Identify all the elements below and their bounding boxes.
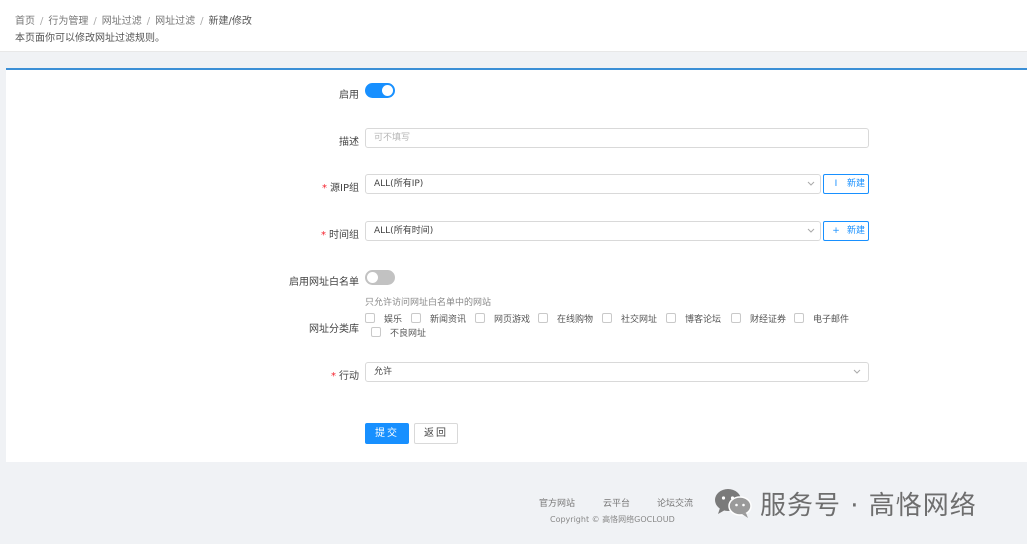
time-group-value: ALL(所有时间) [374, 226, 434, 236]
breadcrumb-item-home[interactable]: 首页 [15, 16, 35, 27]
watermark: 服务号 · 高恪网络 [713, 483, 1003, 523]
time-group-label: * 时间组 [321, 230, 359, 241]
source-ip-group-label: * 源IP组 [322, 183, 359, 194]
checkbox-box[interactable] [538, 313, 548, 323]
breadcrumb-separator: / [93, 16, 97, 27]
breadcrumb-item-url-filter[interactable]: 网址过滤 [102, 16, 142, 27]
required-mark: * [322, 183, 328, 194]
wechat-logo-icon [715, 489, 752, 518]
enable-label: 启用 [339, 90, 359, 101]
submit-button[interactable]: 提交 [365, 423, 409, 444]
breadcrumb-separator: / [200, 16, 204, 27]
whitelist-label: 启用网址白名单 [289, 277, 359, 288]
whitelist-hint: 只允许访问网址白名单中的网站 [365, 298, 492, 308]
category-checkbox[interactable]: 新闻资讯 [411, 313, 466, 325]
required-mark: * [321, 230, 326, 241]
checkbox-box[interactable] [475, 313, 485, 323]
footer-link-official[interactable]: 官方网站 [539, 496, 575, 509]
checkbox-box[interactable] [371, 327, 381, 337]
checkbox-box[interactable] [411, 313, 421, 323]
breadcrumb-item-url-filter-2[interactable]: 网址过滤 [155, 16, 195, 27]
cursor-icon: I [834, 179, 838, 189]
breadcrumb-separator: / [146, 16, 151, 27]
action-label: * 行动 [331, 371, 359, 382]
chevron-down-icon [807, 228, 815, 233]
checkbox-box[interactable] [666, 313, 676, 323]
category-checkbox[interactable]: 财经证券 [731, 313, 786, 325]
breadcrumb: 首页 / 行为管理 / 网址过滤 / 网址过滤 / 新建/修改 [15, 12, 252, 27]
time-group-select[interactable]: ALL(所有时间) [365, 221, 821, 241]
category-checkbox[interactable]: 娱乐 [365, 313, 402, 325]
time-group-new-button[interactable]: + 新建 [823, 221, 869, 241]
categories-label: 网址分类库 [309, 324, 359, 335]
category-checkbox[interactable]: 不良网址 [371, 327, 426, 339]
description-input[interactable] [365, 128, 869, 148]
category-checkbox[interactable]: 社交网址 [602, 313, 657, 325]
checkbox-box[interactable] [365, 313, 375, 323]
description-label: 描述 [339, 137, 359, 148]
toggle-knob [382, 85, 393, 96]
back-button[interactable]: 返回 [414, 423, 458, 444]
category-checkbox[interactable]: 电子邮件 [794, 313, 849, 325]
footer-link-cloud[interactable]: 云平台 [603, 496, 630, 509]
checkbox-box[interactable] [731, 313, 741, 323]
chevron-down-icon [807, 181, 815, 186]
whitelist-toggle[interactable] [365, 270, 395, 285]
action-value: 允许 [374, 367, 393, 377]
source-ip-group-select[interactable]: ALL(所有IP) [365, 174, 821, 194]
category-checkbox[interactable]: 网页游戏 [475, 313, 530, 325]
breadcrumb-current: 新建/修改 [208, 16, 252, 27]
copyright-text: Copyright © 高恪网络GOCLOUD [550, 515, 675, 524]
category-checkbox[interactable]: 博客论坛 [666, 313, 721, 325]
plus-icon: + [832, 226, 840, 236]
breadcrumb-item-behavior[interactable]: 行为管理 [48, 16, 88, 27]
checkbox-box[interactable] [602, 313, 612, 323]
source-ip-new-button[interactable]: I 新建 [823, 174, 869, 194]
source-ip-group-value: ALL(所有IP) [374, 179, 424, 189]
page-header: 首页 / 行为管理 / 网址过滤 / 网址过滤 / 新建/修改 本页面你可以修改网址过滤规则。 [0, 0, 1027, 52]
required-mark: * [331, 371, 336, 382]
enable-toggle[interactable] [365, 83, 395, 98]
page-description: 本页面你可以修改网址过滤规则。 [15, 33, 165, 44]
chevron-down-icon [853, 369, 861, 374]
footer-link-forum[interactable]: 论坛交流 [657, 496, 693, 509]
action-select[interactable]: 允许 [365, 362, 869, 382]
watermark-text: 服务号 · 高恪网络 [760, 491, 977, 521]
category-checkbox[interactable]: 在线购物 [538, 313, 593, 325]
checkbox-box[interactable] [794, 313, 804, 323]
breadcrumb-separator: / [40, 16, 44, 27]
toggle-knob [367, 272, 378, 283]
